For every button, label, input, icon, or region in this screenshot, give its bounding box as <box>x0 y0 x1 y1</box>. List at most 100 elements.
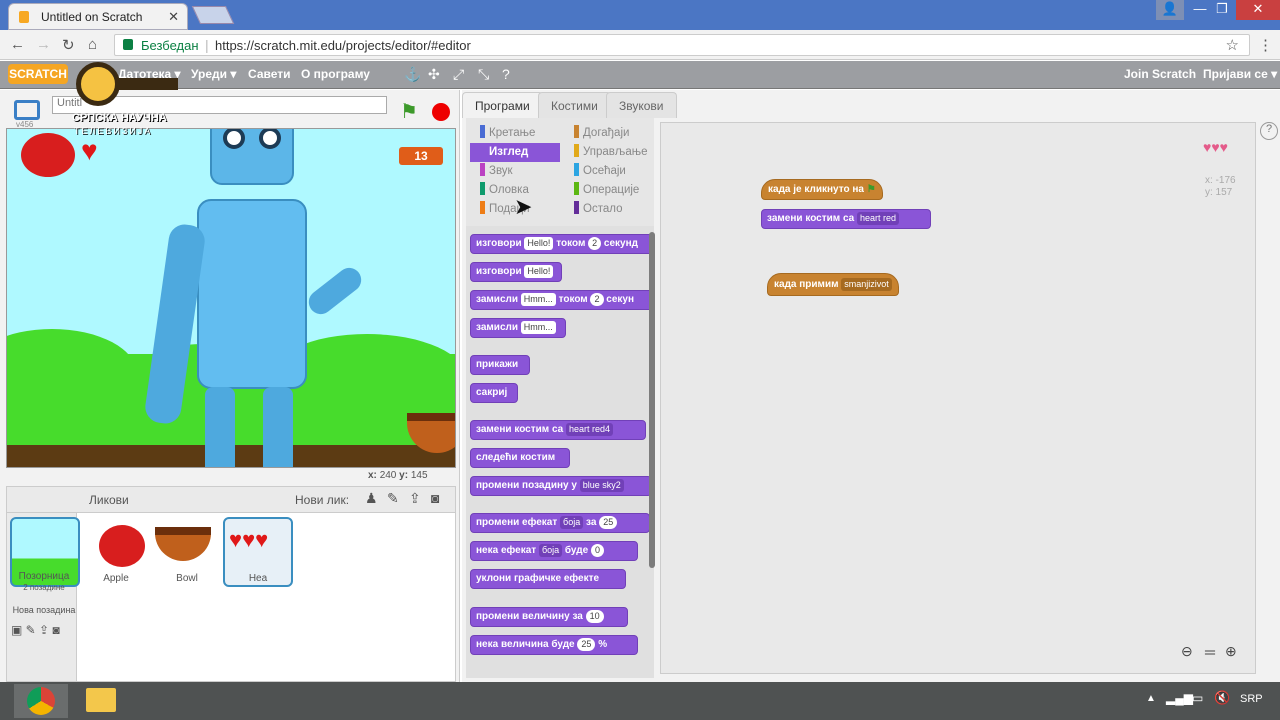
restore-icon[interactable]: ❐ <box>1208 0 1236 20</box>
join-scratch-link[interactable]: Join Scratch <box>1124 67 1196 81</box>
block-switch-costume[interactable]: замени костим са heart red4 <box>470 420 646 440</box>
bookmark-star-icon[interactable]: ☆ <box>1226 36 1239 54</box>
script-canvas[interactable]: када је кликнуто на ⚑ замени костим са h… <box>660 122 1256 674</box>
help-icon[interactable]: ? <box>1260 122 1278 140</box>
category-events[interactable]: Догађаји <box>564 124 652 143</box>
separator: | <box>205 37 209 53</box>
home-icon[interactable]: ⌂ <box>88 36 97 53</box>
shrink-tool-icon[interactable]: ⤡ <box>478 66 489 83</box>
block-think-for-secs[interactable]: замисли Hmm... током 2 секун <box>470 290 654 310</box>
file-explorer-icon[interactable] <box>86 688 116 712</box>
sprite-pane-header: Ликови Нови лик: ♟ ✎ ⇪ ◙ <box>7 487 455 513</box>
block-show[interactable]: прикажи <box>470 355 530 375</box>
menu-edit[interactable]: Уреди ▾ <box>191 67 236 81</box>
zoom-in-icon[interactable]: ⊕ <box>1225 643 1237 660</box>
signal-icon[interactable]: ▂▄▆ <box>1166 691 1193 705</box>
close-tab-icon[interactable]: ✕ <box>168 9 179 25</box>
sprite-label: Hea <box>248 573 268 584</box>
paint-icon[interactable]: ✎ <box>387 490 399 507</box>
forward-icon[interactable]: → <box>36 36 51 53</box>
robot-body <box>197 199 307 389</box>
stage[interactable]: ♥ 13 <box>6 128 456 468</box>
volume-icon[interactable]: 🔇 <box>1214 690 1230 706</box>
delete-tool-icon[interactable]: ✣ <box>428 66 440 83</box>
language-indicator[interactable]: SRP <box>1240 693 1263 705</box>
categories-right: Догађаји Управљање Осећаји Операције Ост… <box>564 124 652 219</box>
url-text[interactable]: https://scratch.mit.edu/projects/editor/… <box>215 38 471 53</box>
stop-icon[interactable] <box>432 103 450 121</box>
apple-life-icon <box>21 133 75 177</box>
duplicate-tool-icon[interactable]: ⚓ <box>404 66 421 83</box>
palette-scrollbar[interactable] <box>649 232 655 568</box>
watermark-line1: СРПСКА НАУЧНА <box>72 112 167 124</box>
zoom-out-icon[interactable]: ⊖ <box>1181 643 1193 660</box>
score-counter: 13 <box>399 147 443 165</box>
robot-eye <box>223 129 245 149</box>
omnibox[interactable]: Безбедан | https://scratch.mit.edu/proje… <box>114 34 1250 56</box>
category-motion[interactable]: Кретање <box>470 124 560 143</box>
block-when-receive[interactable]: када примим smanjizivot <box>767 273 899 296</box>
browser-tab-bar: Untitled on Scratch ✕ 👤 — ❐ ✕ <box>0 0 1280 30</box>
battery-icon[interactable]: ▭ <box>1192 691 1203 705</box>
menu-tips[interactable]: Савети <box>248 67 290 81</box>
sprite-label: Bowl <box>176 573 198 584</box>
robot-leg <box>205 387 235 467</box>
menu-about[interactable]: О програму <box>301 67 370 81</box>
tray-up-icon[interactable]: ▲ <box>1146 693 1156 704</box>
green-flag-icon: ⚑ <box>866 184 876 195</box>
backdrop-count: 2 позадине <box>23 583 65 592</box>
key-logo-icon <box>76 62 120 106</box>
reload-icon[interactable]: ↻ <box>62 36 75 54</box>
tab-sounds[interactable]: Звукови <box>606 92 677 118</box>
new-tab-button[interactable] <box>191 6 235 24</box>
chrome-taskbar-button[interactable] <box>14 684 68 718</box>
new-backdrop-label: Нова позадина <box>12 605 76 615</box>
block-palette: изговори Hello! током 2 секунд изговори … <box>466 226 654 678</box>
profile-icon[interactable]: 👤 <box>1156 0 1184 20</box>
key-shaft <box>118 78 178 90</box>
sprite-library-icon[interactable]: ♟ <box>365 490 378 507</box>
block-change-size[interactable]: промени величину за 10 <box>470 607 628 627</box>
category-operators[interactable]: Операције <box>564 181 652 200</box>
grow-tool-icon[interactable]: ⤢ <box>453 66 464 83</box>
tab-costumes[interactable]: Костими <box>538 92 611 118</box>
block-change-effect[interactable]: промени ефекат боја за 25 <box>470 513 650 533</box>
fullscreen-icon[interactable] <box>14 100 40 120</box>
robot-arm <box>303 263 367 319</box>
block-say-for-secs[interactable]: изговори Hello! током 2 секунд <box>470 234 654 254</box>
close-window-icon[interactable]: ✕ <box>1236 0 1280 20</box>
block-switch-costume-script[interactable]: замени костим са heart red <box>761 209 931 229</box>
category-sound[interactable]: Звук <box>470 162 560 181</box>
camera-icon[interactable]: ◙ <box>431 490 439 506</box>
block-say[interactable]: изговори Hello! <box>470 262 562 282</box>
scratch-logo[interactable]: SCRATCH <box>8 64 68 84</box>
help-tool-icon[interactable]: ? <box>502 66 510 82</box>
category-more[interactable]: Остало <box>564 200 652 219</box>
hearts-icon: ♥♥♥ <box>229 527 269 552</box>
tv-watermark-logo: СРПСКА НАУЧНА ТЕЛЕВИЗИЈА <box>72 62 184 142</box>
tab-scripts[interactable]: Програми <box>462 92 543 118</box>
block-next-costume[interactable]: следећи костим <box>470 448 570 468</box>
lock-icon <box>123 39 133 50</box>
block-clear-effects[interactable]: уклони графичке ефекте <box>470 569 626 589</box>
taskbar: ▲ ▂▄▆ ▭ 🔇 SRP <box>0 682 1280 720</box>
category-control[interactable]: Управљање <box>564 143 652 162</box>
block-set-effect[interactable]: нека ефекат боја буде 0 <box>470 541 638 561</box>
zoom-reset-icon[interactable]: ＝ <box>1203 643 1217 663</box>
menu-icon[interactable]: ⋮ <box>1258 36 1273 54</box>
chrome-icon <box>27 687 55 715</box>
upload-icon[interactable]: ⇪ <box>409 490 421 507</box>
browser-tab[interactable]: Untitled on Scratch ✕ <box>8 3 188 30</box>
back-icon[interactable]: ← <box>10 36 25 53</box>
sign-in-link[interactable]: Пријави се ▾ <box>1203 67 1277 81</box>
block-switch-backdrop[interactable]: промени позадину у blue sky2 <box>470 476 652 496</box>
new-sprite-label: Нови лик: <box>295 493 350 507</box>
backdrop-tools-icon[interactable]: ▣ ✎ ⇪ ◙ <box>11 623 60 637</box>
block-hide[interactable]: сакриј <box>470 383 518 403</box>
green-flag-icon[interactable]: ⚑ <box>400 99 418 124</box>
block-think[interactable]: замисли Hmm... <box>470 318 566 338</box>
category-looks[interactable]: Изглед <box>470 143 560 162</box>
block-set-size[interactable]: нека величина буде 25 % <box>470 635 638 655</box>
category-sensing[interactable]: Осећаји <box>564 162 652 181</box>
block-when-flag-clicked[interactable]: када је кликнуто на ⚑ <box>761 179 883 200</box>
